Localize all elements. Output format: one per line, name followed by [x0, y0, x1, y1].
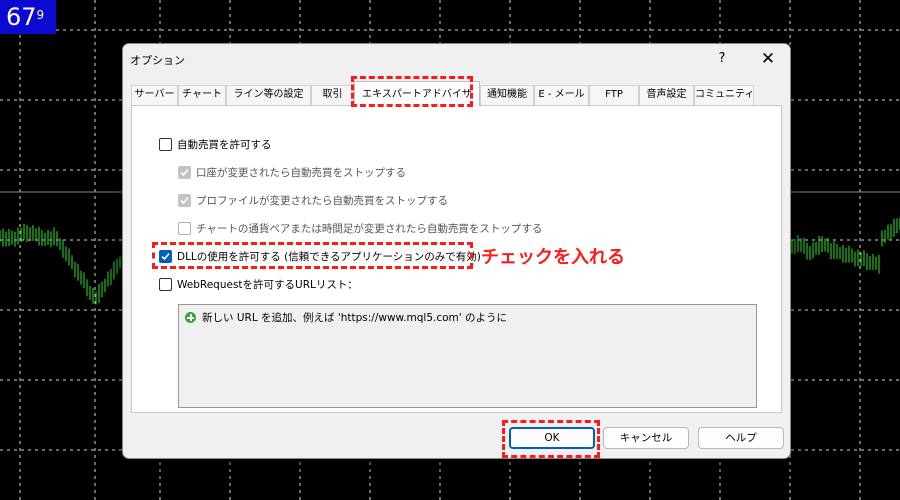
stop-on-symbol-change-label: チャートの通貨ペアまたは時間足が変更されたら自動売買をストップする [196, 222, 543, 235]
allow-webrequest-label: WebRequestを許可するURLリスト： [177, 278, 358, 291]
auto-trading-option[interactable]: 自動売買を許可する [159, 136, 272, 152]
webrequest-url-list[interactable]: 新しい URL を追加、例えば 'https://www.mql5.com' の… [178, 304, 757, 408]
auto-trading-checkbox[interactable] [159, 137, 172, 151]
tab-community[interactable]: コミュニティ [694, 85, 754, 105]
tab-sound[interactable]: 音声設定 [639, 85, 694, 105]
cancel-button[interactable]: キャンセル [603, 427, 689, 449]
help-button[interactable]: ヘルプ [698, 427, 784, 449]
checkmark-icon [180, 168, 189, 176]
price-badge: 679 [0, 0, 56, 34]
tab-line-settings[interactable]: ライン等の設定 [226, 85, 311, 105]
checkmark-icon [180, 196, 189, 204]
dialog-title: オプション [130, 54, 185, 67]
tab-server[interactable]: サーバー [131, 85, 178, 105]
tab-email[interactable]: E - メール [534, 85, 589, 105]
tab-strip: サーバー チャート ライン等の設定 取引 エキスパートアドバイザ 通知機能 E … [131, 81, 781, 106]
options-dialog: オプション ? ✕ サーバー チャート ライン等の設定 取引 エキスパートアドバ… [122, 43, 791, 459]
stop-on-symbol-change-checkbox[interactable] [178, 221, 191, 235]
stop-on-account-change-label: 口座が変更されたら自動売買をストップする [196, 166, 406, 179]
add-icon [185, 312, 196, 323]
ok-button[interactable]: OK [509, 427, 595, 449]
stop-on-symbol-change-option[interactable]: チャートの通貨ペアまたは時間足が変更されたら自動売買をストップする [178, 220, 542, 236]
annotation-text: チェックを入れる [481, 247, 625, 268]
allow-webrequest-checkbox[interactable] [159, 277, 172, 291]
dialog-titlebar[interactable]: オプション ? ✕ [123, 44, 790, 74]
allow-webrequest-option[interactable]: WebRequestを許可するURLリスト： [159, 276, 358, 292]
stop-on-profile-change-option[interactable]: プロファイルが変更されたら自動売買をストップする [178, 192, 448, 208]
checkmark-icon [161, 252, 170, 260]
allow-dll-option[interactable]: DLLの使用を許可する (信頼できるアプリケーションのみで有効) [159, 248, 481, 264]
help-icon[interactable]: ? [709, 47, 735, 71]
allow-dll-label: DLLの使用を許可する (信頼できるアプリケーションのみで有効) [177, 250, 481, 263]
add-url-item[interactable]: 新しい URL を追加、例えば 'https://www.mql5.com' の… [185, 310, 507, 325]
stop-on-account-change-checkbox[interactable] [178, 165, 191, 179]
expert-advisors-panel: 自動売買を許可する 口座が変更されたら自動売買をストップする プロファイルが変更… [131, 105, 782, 413]
stop-on-account-change-option[interactable]: 口座が変更されたら自動売買をストップする [178, 164, 406, 180]
tab-trade[interactable]: 取引 [311, 85, 354, 105]
tab-chart[interactable]: チャート [178, 85, 226, 105]
add-url-text: 新しい URL を追加、例えば 'https://www.mql5.com' の… [202, 312, 507, 324]
close-icon[interactable]: ✕ [755, 47, 781, 71]
tab-ftp[interactable]: FTP [589, 85, 639, 105]
allow-dll-checkbox[interactable] [159, 249, 172, 263]
tab-expert-advisors[interactable]: エキスパートアドバイザ [354, 81, 480, 106]
tab-notifications[interactable]: 通知機能 [480, 85, 534, 105]
stop-on-profile-change-label: プロファイルが変更されたら自動売買をストップする [196, 194, 448, 207]
stop-on-profile-change-checkbox[interactable] [178, 193, 191, 207]
auto-trading-label: 自動売買を許可する [177, 138, 272, 151]
